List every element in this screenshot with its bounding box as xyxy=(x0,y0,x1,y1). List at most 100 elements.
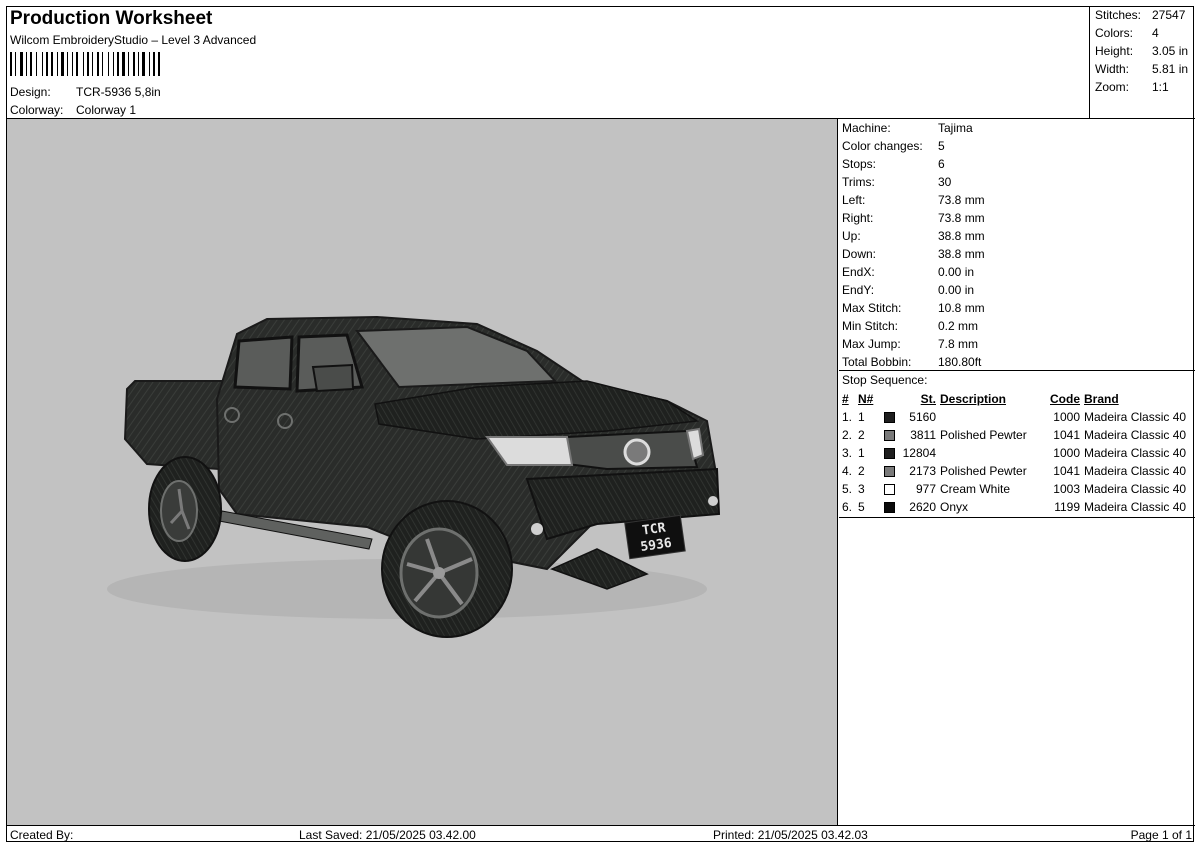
machine-row: Min Stitch: 0.2 mm xyxy=(842,319,978,333)
summary-label: Colors: xyxy=(1095,26,1134,40)
summary-value: 1:1 xyxy=(1152,80,1169,94)
color-swatch xyxy=(884,430,895,442)
machine-label: EndY: xyxy=(842,283,875,297)
design-preview: TCR 5936 xyxy=(7,119,838,825)
stitch-count: 977 xyxy=(915,482,936,496)
color-swatch-cell xyxy=(880,408,896,426)
machine-value: 73.8 mm xyxy=(938,211,985,225)
design-summary: Stitches: 27547 Colors: 4 Height: 3.05 in W… xyxy=(1089,7,1195,119)
machine-label: Right: xyxy=(842,211,874,225)
col-header-swatch xyxy=(880,390,896,408)
machine-value: 0.00 in xyxy=(938,265,975,279)
needle-number: 3 xyxy=(858,482,865,496)
summary-row: Colors: 4 xyxy=(1095,26,1159,40)
color-swatch xyxy=(884,502,895,514)
color-swatch-cell xyxy=(880,444,896,462)
stop-number: 3. xyxy=(842,446,853,460)
table-row: 2. 2 3811 Polished Pewter 1041 Madeira Classi… xyxy=(842,426,1186,444)
thread-description: Polished Pewter xyxy=(940,464,1027,478)
barcode xyxy=(10,52,160,76)
color-swatch-cell xyxy=(880,480,896,498)
summary-row: Stitches: 27547 xyxy=(1095,8,1185,22)
machine-label: Total Bobbin: xyxy=(842,355,912,369)
machine-row: Down: 38.8 mm xyxy=(842,247,985,261)
needle-number: 1 xyxy=(858,446,865,460)
stop-number: 4. xyxy=(842,464,853,478)
page-number: Page 1 of 1 xyxy=(1130,828,1192,842)
col-header-description: Description xyxy=(940,392,1007,406)
col-header-num: # xyxy=(842,392,849,406)
thread-brand: Madeira Classic 40 xyxy=(1084,446,1187,460)
thread-code: 1000 xyxy=(1053,410,1080,424)
thread-description: Onyx xyxy=(940,500,969,514)
design-label: Design: xyxy=(10,85,51,99)
last-saved: Last Saved: 21/05/2025 03.42.00 xyxy=(299,828,476,842)
thread-code: 1003 xyxy=(1053,482,1080,496)
printed-date: Printed: 21/05/2025 03.42.03 xyxy=(713,828,868,842)
summary-label: Width: xyxy=(1095,62,1130,76)
stop-number: 5. xyxy=(842,482,853,496)
machine-value: 6 xyxy=(938,157,945,171)
machine-row: Color changes: 5 xyxy=(842,139,945,153)
machine-value: 10.8 mm xyxy=(938,301,985,315)
color-swatch-cell xyxy=(880,462,896,480)
color-swatch xyxy=(884,466,895,478)
stitch-count: 2173 xyxy=(909,464,936,478)
color-swatch xyxy=(884,448,895,460)
machine-value: 180.80ft xyxy=(938,355,982,369)
needle-number: 2 xyxy=(858,428,865,442)
machine-row: EndX: 0.00 in xyxy=(842,265,974,279)
machine-label: Stops: xyxy=(842,157,877,171)
summary-row: Zoom: 1:1 xyxy=(1095,80,1169,94)
thread-code: 1000 xyxy=(1053,446,1080,460)
machine-value: 0.2 mm xyxy=(938,319,979,333)
colorway-row: Colorway: Colorway 1 xyxy=(10,103,136,117)
machine-label: Down: xyxy=(842,247,877,261)
thread-description xyxy=(936,444,1040,462)
needle-number: 5 xyxy=(858,500,865,514)
summary-value: 5.81 in xyxy=(1152,62,1189,76)
stop-number: 6. xyxy=(842,500,853,514)
color-swatch xyxy=(884,484,895,496)
table-row: 4. 2 2173 Polished Pewter 1041 Madeira Classi… xyxy=(842,462,1186,480)
thread-brand: Madeira Classic 40 xyxy=(1084,500,1187,514)
worksheet-header: Production Worksheet Wilcom EmbroiderySt… xyxy=(7,7,1095,119)
thread-description xyxy=(936,408,1040,426)
stitch-count: 5160 xyxy=(909,410,936,424)
page-title: Production Worksheet xyxy=(10,8,213,29)
colorway-value: Colorway 1 xyxy=(76,103,137,117)
summary-value: 3.05 in xyxy=(1152,44,1189,58)
machine-value: 7.8 mm xyxy=(938,337,979,351)
stitch-count: 2620 xyxy=(909,500,936,514)
software-subtitle: Wilcom EmbroideryStudio – Level 3 Advanc… xyxy=(10,33,257,47)
color-swatch xyxy=(884,412,895,424)
machine-value: 0.00 in xyxy=(938,283,975,297)
machine-row: Total Bobbin: 180.80ft xyxy=(842,355,981,369)
thread-description: Cream White xyxy=(940,482,1011,496)
machine-info: Machine: Tajima Color changes: 5 Stops: 6 Trim… xyxy=(839,119,1195,371)
thread-brand: Madeira Classic 40 xyxy=(1084,428,1187,442)
design-row: Design: TCR-5936 5,8in xyxy=(10,85,161,99)
machine-value: 5 xyxy=(938,139,945,153)
machine-row: Right: 73.8 mm xyxy=(842,211,985,225)
created-by: Created By: xyxy=(10,828,74,842)
summary-value: 4 xyxy=(1152,26,1159,40)
color-swatch-cell xyxy=(880,426,896,444)
machine-value: 38.8 mm xyxy=(938,247,985,261)
table-row: 5. 3 977 Cream White 1003 Madeira Classic 40 xyxy=(842,480,1186,498)
col-header-code: Code xyxy=(1050,392,1080,406)
table-header-row: # N# St. Description Code Brand xyxy=(842,390,1186,408)
machine-row: Left: 73.8 mm xyxy=(842,193,985,207)
machine-row: Trims: 30 xyxy=(842,175,951,189)
machine-label: Machine: xyxy=(842,121,891,135)
table-row: 1. 1 5160 1000 Madeira Classic 40 xyxy=(842,408,1186,426)
machine-value: 38.8 mm xyxy=(938,229,985,243)
summary-label: Zoom: xyxy=(1095,80,1130,94)
summary-value: 27547 xyxy=(1152,8,1186,22)
machine-row: EndY: 0.00 in xyxy=(842,283,974,297)
summary-row: Height: 3.05 in xyxy=(1095,44,1188,58)
stitch-count: 12804 xyxy=(902,446,936,460)
needle-number: 1 xyxy=(858,410,865,424)
worksheet-frame: Production Worksheet Wilcom EmbroiderySt… xyxy=(6,6,1195,842)
col-header-brand: Brand xyxy=(1084,392,1119,406)
